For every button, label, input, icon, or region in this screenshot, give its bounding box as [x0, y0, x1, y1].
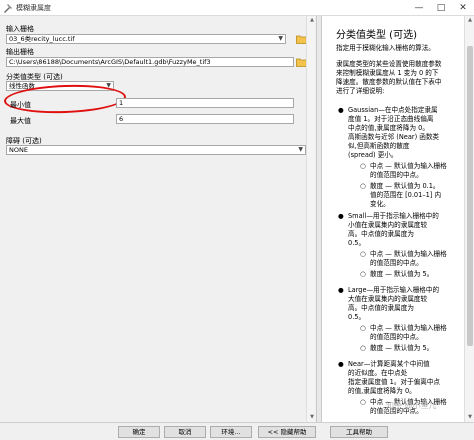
help-line: 散度 — 默认值为 0.1。	[370, 182, 440, 190]
help-line: 散度 — 默认值为 5。	[370, 344, 434, 352]
help-line: 指定隶属度值 1。对于偏离中点	[348, 378, 441, 386]
tool-help-button[interactable]: 工具帮助	[330, 426, 388, 438]
cancel-button[interactable]: 取消	[164, 426, 206, 438]
input-raster-value: 03_6类recity_lucc.tif	[9, 35, 75, 43]
large-desc: Large—用于指示输入栅格中的 大值在隶属集内的隶属度较 高。中点值的隶属度为…	[348, 286, 439, 322]
min-value-label: 最小值	[10, 101, 31, 109]
min-value-text: 1	[119, 99, 124, 107]
circle-bullet-icon: ○	[360, 324, 366, 332]
window-title: 模糊隶属度	[16, 4, 51, 12]
gaussian-desc: Gaussian—在中点处指定隶属 度值 1。对于沿正态曲线偏离 中点的值,隶属…	[348, 106, 439, 160]
help-line: 大值在隶属集内的隶属度较	[348, 295, 428, 303]
scroll-thumb[interactable]	[467, 46, 473, 346]
output-raster-field[interactable]: C:\Users\86188\Documents\ArcGIS\Default1…	[6, 57, 294, 67]
close-button[interactable]: ✕	[452, 0, 474, 16]
small-midpoint: 中点 — 默认值为输入栅格 的值范围的中点。	[370, 250, 447, 268]
near-desc: Near—计算距离某个中间值 的近似度。在中点处 指定隶属度值 1。对于偏离中点…	[348, 360, 440, 396]
hide-help-button[interactable]: << 隐藏帮助	[258, 426, 316, 438]
input-raster-dropdown[interactable]: 03_6类recity_lucc.tif ▼	[6, 34, 286, 44]
scroll-up-icon[interactable]: ▲	[465, 17, 474, 23]
help-line: 似,但高斯函数的散度	[348, 142, 410, 150]
help-line: 隶属度类型的某些设置使用散度参数	[336, 60, 442, 68]
help-line: 变化。	[370, 200, 390, 208]
minimize-button[interactable]: —	[408, 0, 430, 16]
help-intro: 指定用于模糊化输入栅格的算法。	[336, 44, 435, 53]
bullet-icon: ●	[338, 360, 344, 368]
environments-button[interactable]: 环境...	[210, 426, 252, 438]
help-line: 高。中点值的隶属度为	[348, 230, 414, 238]
circle-bullet-icon: ○	[360, 344, 366, 352]
help-line: 散度 — 默认值为 5。	[370, 270, 434, 278]
circle-bullet-icon: ○	[360, 250, 366, 258]
chevron-down-icon: ▼	[278, 35, 283, 42]
bullet-icon: ●	[338, 212, 344, 220]
max-value-label: 最大值	[10, 117, 31, 125]
help-line: 中点 — 默认值为输入栅格	[370, 324, 447, 332]
help-line: 高斯函数与近邻 (Near) 函数类	[348, 133, 440, 141]
help-line: Large—用于指示输入栅格中的	[348, 286, 440, 294]
help-line: 降速度。散度参数的默认值在下表中	[336, 78, 442, 86]
help-line: Gaussian—在中点处指定隶属	[348, 106, 438, 114]
title-bar: 模糊隶属度 — □ ✕	[0, 0, 474, 16]
circle-bullet-icon: ○	[360, 270, 366, 278]
bullet-icon: ●	[338, 106, 344, 114]
help-line: 的值,隶属度将降为 0。	[348, 387, 416, 395]
min-value-input[interactable]: 1	[116, 98, 294, 108]
help-line: 中点的值,隶属度将降为 0。	[348, 124, 429, 132]
small-desc: Small—用于指示输入栅格中的 小值在隶属集内的隶属度较 高。中点值的隶属度为…	[348, 212, 439, 248]
help-line: 中点 — 默认值为输入栅格	[370, 162, 447, 170]
help-paragraph: 隶属度类型的某些设置使用散度参数 来控制模糊隶属度从 1 变为 0 的下 降速度…	[336, 60, 442, 96]
output-raster-value: C:\Users\86188\Documents\ArcGIS\Default1…	[9, 58, 211, 66]
bullet-icon: ●	[338, 286, 344, 294]
hedge-dropdown[interactable]: NONE ▼	[6, 145, 306, 155]
large-midpoint: 中点 — 默认值为输入栅格 的值范围的中点。	[370, 324, 447, 342]
left-scrollbar[interactable]: ▲ ▼	[306, 16, 315, 422]
help-line: 高。中点值的隶属度为	[348, 304, 414, 312]
circle-bullet-icon: ○	[360, 162, 366, 170]
help-line: 小值在隶属集内的隶属度较	[348, 221, 428, 229]
tool-icon	[4, 4, 12, 13]
help-line: 进行了详细说明:	[336, 87, 385, 95]
circle-bullet-icon: ○	[360, 182, 366, 190]
help-line: 的近似度。在中点处	[348, 369, 408, 377]
small-spread: 散度 — 默认值为 5。	[370, 270, 433, 279]
max-value-text: 6	[119, 115, 124, 123]
watermark: 知乎 @小鱼儿	[386, 401, 437, 410]
help-line: 指定用于模糊化输入栅格的算法。	[336, 44, 435, 52]
gaussian-spread: 散度 — 默认值为 0.1。 值的范围在 [0.01–1] 内 变化。	[370, 182, 441, 209]
ok-button[interactable]: 确定	[118, 426, 160, 438]
circle-bullet-icon: ○	[360, 398, 366, 406]
maximize-button[interactable]: □	[430, 0, 452, 16]
help-line: 度值 1。对于沿正态曲线偏离	[348, 115, 434, 123]
parameters-pane: 输入栅格 03_6类recity_lucc.tif ▼ 输出栅格 C:\User…	[0, 16, 316, 422]
help-line: (spread) 更小。	[348, 151, 398, 159]
help-line: 0.5。	[348, 313, 366, 321]
help-line: 0.5。	[348, 239, 366, 247]
help-line: Small—用于指示输入栅格中的	[348, 212, 439, 220]
hedge-value: NONE	[9, 146, 28, 154]
chevron-down-icon: ▼	[298, 146, 303, 153]
help-title: 分类值类型 (可选)	[336, 30, 417, 41]
help-line: 来控制模糊隶属度从 1 变为 0 的下	[336, 69, 439, 77]
help-scrollbar[interactable]: ▲ ▼	[464, 16, 474, 422]
button-bar: 确定 取消 环境... << 隐藏帮助 工具帮助	[0, 422, 474, 440]
help-pane: 分类值类型 (可选) 指定用于模糊化输入栅格的算法。 隶属度类型的某些设置使用散…	[322, 16, 474, 422]
help-line: Near—计算距离某个中间值	[348, 360, 430, 368]
large-spread: 散度 — 默认值为 5。	[370, 344, 433, 353]
output-raster-label: 输出栅格	[6, 48, 34, 56]
help-line: 值的范围在 [0.01–1] 内	[370, 191, 442, 199]
max-value-input[interactable]: 6	[116, 114, 294, 124]
input-raster-label: 输入栅格	[6, 25, 34, 33]
help-line: 中点 — 默认值为输入栅格	[370, 250, 447, 258]
help-line: 的值范围的中点。	[370, 259, 423, 267]
help-line: 的值范围的中点。	[370, 171, 423, 179]
help-line: 的值范围的中点。	[370, 333, 423, 341]
scroll-down-icon[interactable]: ▼	[465, 414, 474, 420]
gaussian-midpoint: 中点 — 默认值为输入栅格 的值范围的中点。	[370, 162, 447, 180]
